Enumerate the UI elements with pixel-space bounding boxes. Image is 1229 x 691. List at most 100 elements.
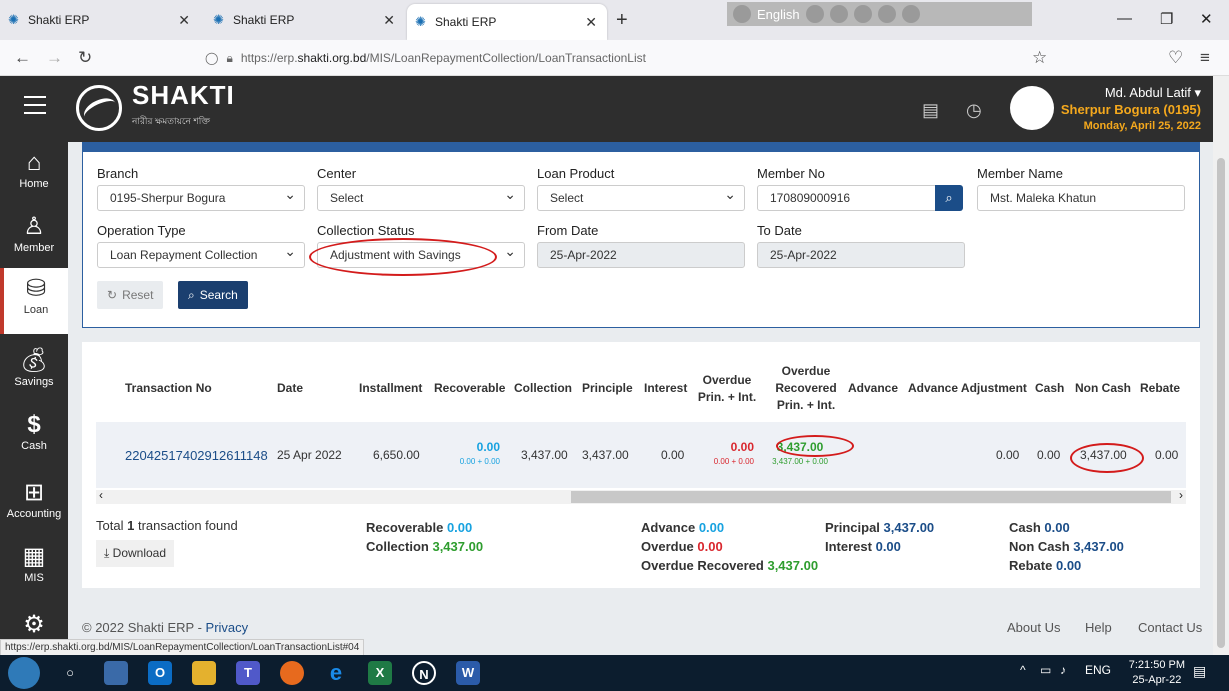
sidebar-item-cash[interactable]: $ Cash bbox=[0, 404, 68, 468]
from-date-label: From Date bbox=[537, 223, 599, 238]
sidebar-item-home[interactable]: ⌂ Home bbox=[0, 142, 68, 206]
bookmark-star-icon[interactable]: ☆ bbox=[1032, 48, 1047, 68]
restore-icon[interactable]: ❐ bbox=[1160, 10, 1173, 28]
minimize-icon[interactable]: — bbox=[1117, 10, 1132, 27]
branch-select[interactable]: 0195-Sherpur Bogura bbox=[97, 185, 305, 211]
chevron-down-icon: ▾ bbox=[1194, 85, 1201, 100]
money-bag-icon: 💰︎ bbox=[18, 347, 50, 374]
toolbar-icon[interactable] bbox=[805, 5, 824, 23]
shakti-logo[interactable]: SHAKTI নারীর ক্ষমতায়নে শক্তি bbox=[76, 82, 235, 134]
recoverable-sub: 0.00 + 0.00 bbox=[459, 457, 500, 466]
privacy-link[interactable]: Privacy bbox=[206, 620, 249, 635]
new-tab-icon[interactable]: + bbox=[616, 9, 628, 32]
sidebar-item-mis[interactable]: ▦ MIS bbox=[0, 536, 68, 600]
app-icon[interactable] bbox=[104, 661, 128, 685]
recoverable-value: 0.00 bbox=[476, 440, 500, 454]
tray-up-arrow-icon[interactable]: ^ bbox=[1020, 663, 1026, 677]
summary-recoverable-group: Recoverable 0.00 Collection 3,437.00 bbox=[366, 518, 483, 556]
close-window-icon[interactable]: ✕ bbox=[1200, 10, 1213, 28]
browser-tab-2[interactable]: ✺ Shakti ERP ✕ bbox=[205, 0, 405, 40]
teams-icon[interactable]: T bbox=[236, 661, 260, 685]
horizontal-scrollbar[interactable]: ‹ › bbox=[96, 488, 1186, 504]
clock-icon[interactable]: ◷ bbox=[966, 100, 982, 121]
transaction-no-link[interactable]: 22042517402912611148 bbox=[125, 448, 268, 463]
sidebar-item-loan[interactable]: ⛁ Loan bbox=[0, 268, 68, 334]
to-date-input[interactable]: 25-Apr-2022 bbox=[757, 242, 965, 268]
app-header: SHAKTI নারীর ক্ষমতায়নে শক্তি ▤ ◷ Md. Ab… bbox=[0, 76, 1213, 142]
search-button[interactable]: ⌕ Search bbox=[178, 281, 248, 309]
search-circle-icon[interactable]: ○ bbox=[58, 661, 82, 685]
sidebar-item-accounting[interactable]: ⊞ Accounting bbox=[0, 472, 68, 536]
scrollbar-thumb[interactable] bbox=[571, 491, 1171, 503]
member-no-input[interactable]: 170809000916 bbox=[757, 185, 937, 211]
summary-overdue-recovered-label: Overdue Recovered bbox=[641, 558, 764, 573]
vertical-scrollbar[interactable] bbox=[1213, 76, 1229, 655]
summary-overdue-label: Overdue bbox=[641, 539, 694, 554]
scrollbar-thumb[interactable] bbox=[1217, 158, 1225, 648]
language-label[interactable]: English bbox=[757, 7, 800, 22]
url-path: /MIS/LoanRepaymentCollection/LoanTransac… bbox=[366, 51, 646, 65]
col-advance-adjustment: Advance Adjustment bbox=[908, 381, 1027, 395]
about-us-link[interactable]: About Us bbox=[1007, 620, 1060, 635]
loan-product-select[interactable]: Select bbox=[537, 185, 745, 211]
user-info[interactable]: Md. Abdul Latif ▾ Sherpur Bogura (0195) … bbox=[1061, 84, 1201, 135]
col-cash: Cash bbox=[1035, 381, 1065, 395]
close-tab-icon[interactable]: ✕ bbox=[585, 14, 597, 31]
menu-icon[interactable]: ≡ bbox=[1200, 48, 1210, 68]
toolbar-icon[interactable] bbox=[829, 5, 848, 23]
scroll-right-icon[interactable]: › bbox=[1179, 488, 1183, 502]
close-tab-icon[interactable]: ✕ bbox=[383, 12, 395, 29]
firefox-icon[interactable] bbox=[280, 661, 304, 685]
user-settings-icon: ⚙ bbox=[23, 611, 45, 638]
notifications-icon[interactable]: ▤ bbox=[1193, 663, 1206, 680]
url-field[interactable]: ◯ 🔒︎ https://erp. shakti.org.bd/MIS/LoanR… bbox=[205, 45, 1060, 71]
overdue-value: 0.00 bbox=[730, 440, 754, 454]
member-search-icon[interactable]: ⌕ bbox=[935, 185, 963, 211]
center-label: Center bbox=[317, 166, 357, 181]
summary-cash-group: Cash 0.00 Non Cash 3,437.00 Rebate 0.00 bbox=[1009, 518, 1124, 575]
forward-icon[interactable]: → bbox=[46, 48, 63, 68]
reload-icon[interactable]: ↻ bbox=[78, 48, 92, 68]
sidebar-item-label: Home bbox=[19, 178, 49, 190]
excel-icon[interactable]: X bbox=[368, 661, 392, 685]
n-app-icon[interactable]: N bbox=[412, 661, 436, 685]
download-button[interactable]: ⤓ Download bbox=[96, 540, 175, 567]
close-tab-icon[interactable]: ✕ bbox=[178, 12, 190, 29]
sidebar-item-savings[interactable]: 💰︎ Savings bbox=[0, 340, 68, 404]
hamburger-menu-icon[interactable] bbox=[24, 96, 46, 120]
summary-principal-group: Principal 3,437.00 Interest 0.00 bbox=[825, 518, 934, 556]
center-select[interactable]: Select bbox=[317, 185, 525, 211]
outlook-icon[interactable]: O bbox=[148, 661, 172, 685]
volume-icon[interactable]: ♪ bbox=[1060, 663, 1066, 677]
clipboard-icon[interactable]: ▤ bbox=[922, 100, 939, 121]
network-icon[interactable]: ▭ bbox=[1040, 663, 1051, 677]
toolbar-icon[interactable] bbox=[853, 5, 872, 23]
reset-button[interactable]: ↻ Reset bbox=[97, 281, 164, 309]
pocket-icon[interactable]: ♡ bbox=[1168, 48, 1183, 68]
start-button-icon[interactable] bbox=[8, 657, 40, 689]
avatar[interactable] bbox=[1010, 86, 1054, 130]
help-icon[interactable] bbox=[877, 5, 896, 23]
cell-advance-adjustment: 0.00 bbox=[996, 448, 1020, 462]
word-icon[interactable]: W bbox=[456, 661, 480, 685]
contact-us-link[interactable]: Contact Us bbox=[1138, 620, 1202, 635]
help-link[interactable]: Help bbox=[1085, 620, 1112, 635]
col-interest: Interest bbox=[644, 381, 688, 395]
back-icon[interactable]: ← bbox=[14, 48, 31, 68]
operation-type-select[interactable]: Loan Repayment Collection bbox=[97, 242, 305, 268]
scroll-left-icon[interactable]: ‹ bbox=[99, 488, 103, 502]
system-clock[interactable]: 7:21:50 PM 25-Apr-22 bbox=[1129, 658, 1185, 688]
download-label: Download bbox=[112, 546, 167, 560]
browser-tab-1[interactable]: ✺ Shakti ERP ✕ bbox=[0, 0, 200, 40]
sidebar-item-member[interactable]: ♙ Member bbox=[0, 206, 68, 270]
language-indicator[interactable]: ENG bbox=[1085, 663, 1111, 677]
close-icon[interactable] bbox=[901, 5, 920, 23]
browser-tab-3-active[interactable]: ✺ Shakti ERP ✕ bbox=[407, 4, 607, 40]
edge-icon[interactable]: e bbox=[324, 661, 348, 685]
col-installment: Installment bbox=[359, 381, 423, 395]
from-date-input[interactable]: 25-Apr-2022 bbox=[537, 242, 745, 268]
file-explorer-icon[interactable] bbox=[192, 661, 216, 685]
col-rebate: Rebate bbox=[1140, 381, 1181, 395]
summary-advance-label: Advance bbox=[641, 520, 696, 535]
cell-cash: 0.00 bbox=[1037, 448, 1061, 462]
